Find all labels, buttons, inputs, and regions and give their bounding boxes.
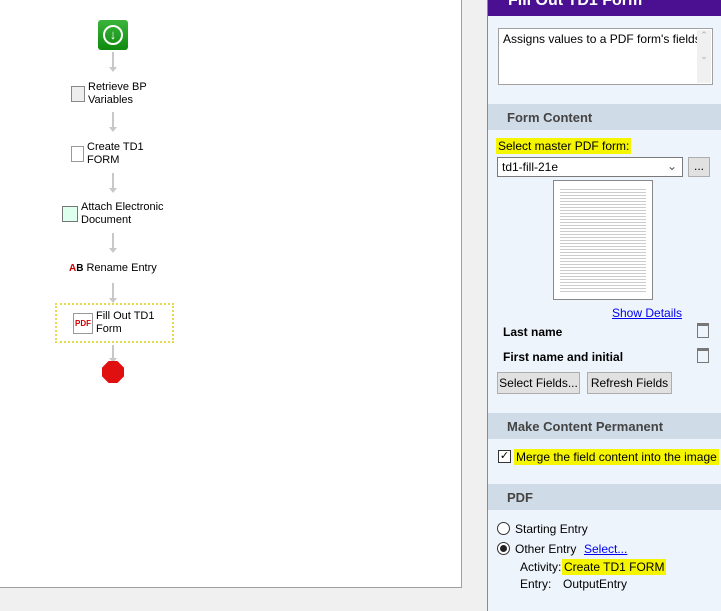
activity-value: Create TD1 FORM (562, 559, 667, 575)
splitter[interactable] (463, 0, 487, 611)
other-entry-label[interactable]: Other Entry (515, 542, 576, 556)
starting-entry-label[interactable]: Starting Entry (515, 522, 588, 536)
start-node-icon[interactable]: ↓ (98, 20, 128, 50)
activity-label: Activity: (520, 560, 562, 574)
entry-label: Entry: (520, 577, 552, 591)
pdf-header: PDF (488, 484, 721, 510)
field-first-name: First name and initial (503, 350, 624, 364)
select-master-label: Select master PDF form: (496, 138, 632, 154)
make-permanent-header: Make Content Permanent (488, 413, 721, 439)
properties-panel: Fill Out TD1 Form Assigns values to a PD… (487, 0, 721, 611)
pdf-form-select[interactable]: td1-fill-21e ⌄ (497, 157, 683, 177)
refresh-fields-button[interactable]: Refresh Fields (587, 372, 672, 394)
node-fill-out-td1-form[interactable]: PDF Fill Out TD1 Form (55, 303, 174, 343)
attach-document-icon (62, 206, 78, 222)
retrieve-variables-icon (71, 86, 85, 102)
pdf-thumbnail[interactable] (553, 180, 653, 300)
select-entry-link[interactable]: Select... (584, 542, 627, 556)
node-rename-entry[interactable]: AB Rename Entry (69, 262, 157, 275)
rename-icon: AB (69, 263, 84, 274)
end-node-icon[interactable] (102, 361, 124, 383)
trash-icon[interactable] (697, 323, 709, 338)
node-retrieve-bp-variables[interactable]: Retrieve BP Variables (71, 81, 158, 107)
field-last-name: Last name (503, 325, 563, 339)
description-box[interactable]: Assigns values to a PDF form's fields. ⌃… (498, 28, 713, 85)
node-attach-electronic-document[interactable]: Attach Electronic Document (62, 201, 171, 227)
show-details-link[interactable]: Show Details (612, 306, 682, 320)
starting-entry-radio[interactable] (497, 522, 510, 535)
trash-icon[interactable] (697, 348, 709, 363)
browse-button[interactable]: ... (688, 157, 710, 177)
description-scrollbar[interactable]: ⌃ ⌄ (697, 30, 711, 83)
merge-label[interactable]: Merge the field content into the image (514, 449, 719, 465)
other-entry-radio[interactable] (497, 542, 510, 555)
pdf-edit-icon: PDF (73, 312, 93, 334)
select-fields-button[interactable]: Select Fields... (497, 372, 580, 394)
panel-title: Fill Out TD1 Form (488, 0, 721, 16)
new-document-icon (71, 146, 84, 162)
entry-value: OutputEntry (563, 577, 628, 591)
chevron-down-icon: ⌄ (666, 159, 677, 173)
form-content-header: Form Content (488, 104, 721, 130)
merge-checkbox[interactable]: ✓ (498, 450, 511, 463)
node-create-td1-form[interactable]: Create TD1 FORM (71, 141, 157, 167)
workflow-canvas[interactable]: ↓ Retrieve BP Variables Create TD1 FORM … (0, 0, 462, 588)
